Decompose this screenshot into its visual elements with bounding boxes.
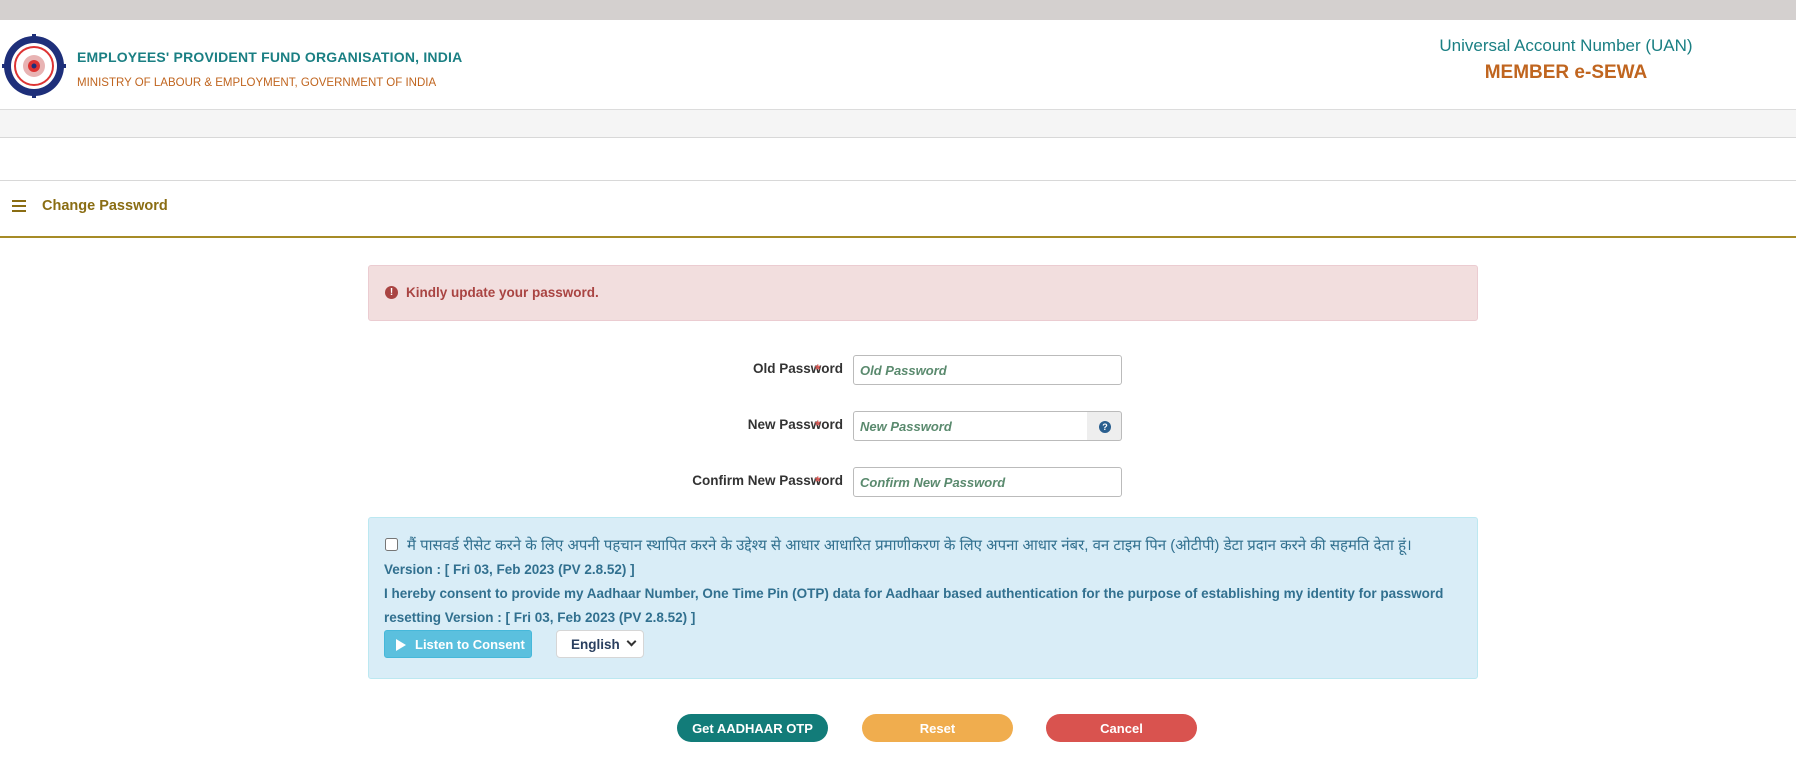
password-help-button[interactable]: ?: [1087, 411, 1122, 441]
required-mark: *: [815, 361, 821, 377]
consent-hindi-version: Version : [ Fri 03, Feb 2023 (PV 2.8.52)…: [384, 562, 635, 577]
confirm-password-row: Confirm New Password *: [368, 467, 1478, 499]
confirm-password-input[interactable]: [853, 467, 1122, 497]
new-password-row: New Password * ?: [368, 411, 1478, 443]
sub-nav-bar: [0, 138, 1796, 181]
uan-banner: Universal Account Number (UAN) MEMBER e-…: [1406, 36, 1726, 84]
play-icon: [396, 639, 406, 651]
ministry-name: MINISTRY OF LABOUR & EMPLOYMENT, GOVERNM…: [77, 77, 437, 89]
nav-bar: [0, 110, 1796, 138]
get-aadhaar-otp-button[interactable]: Get AADHAAR OTP: [677, 714, 828, 742]
required-mark: *: [815, 417, 821, 433]
listen-to-consent-button[interactable]: Listen to Consent: [384, 630, 532, 658]
alert-message: Kindly update your password.: [406, 285, 599, 300]
site-header: EMPLOYEES' PROVIDENT FUND ORGANISATION, …: [0, 20, 1796, 110]
hamburger-menu-icon[interactable]: [12, 200, 26, 214]
new-password-label: New Password: [747, 417, 843, 432]
consent-checkbox[interactable]: [385, 538, 398, 551]
epfo-logo: [2, 34, 66, 98]
alert-banner: ! Kindly update your password.: [368, 265, 1478, 321]
org-name: EMPLOYEES' PROVIDENT FUND ORGANISATION, …: [77, 49, 463, 65]
language-selected-value: English: [571, 637, 620, 652]
page-title: Change Password: [42, 198, 168, 214]
new-password-input[interactable]: [853, 411, 1088, 441]
uan-subtitle: MEMBER e-SEWA: [1484, 62, 1648, 83]
listen-label: Listen to Consent: [415, 636, 525, 652]
old-password-input[interactable]: [853, 355, 1122, 385]
question-circle-icon: ?: [1099, 421, 1111, 433]
consent-english-text: I hereby consent to provide my Aadhaar N…: [384, 586, 1444, 625]
consent-hindi: मैं पासवर्ड रीसेट करने के लिए अपनी पहचान…: [384, 534, 1464, 582]
language-select[interactable]: English: [556, 630, 644, 658]
old-password-label: Old Password: [752, 361, 843, 376]
reset-button[interactable]: Reset: [862, 714, 1013, 742]
consent-hindi-text: मैं पासवर्ड रीसेट करने के लिए अपनी पहचान…: [407, 537, 1412, 554]
chevron-down-icon: [626, 636, 637, 647]
top-strip: [0, 0, 1796, 20]
cancel-button[interactable]: Cancel: [1046, 714, 1197, 742]
consent-panel: मैं पासवर्ड रीसेट करने के लिए अपनी पहचान…: [368, 517, 1478, 679]
exclamation-circle-icon: !: [385, 286, 398, 299]
old-password-row: Old Password *: [368, 355, 1478, 387]
uan-title: Universal Account Number (UAN): [1439, 36, 1693, 55]
page-title-bar: Change Password: [0, 181, 1796, 238]
required-mark: *: [815, 473, 821, 489]
